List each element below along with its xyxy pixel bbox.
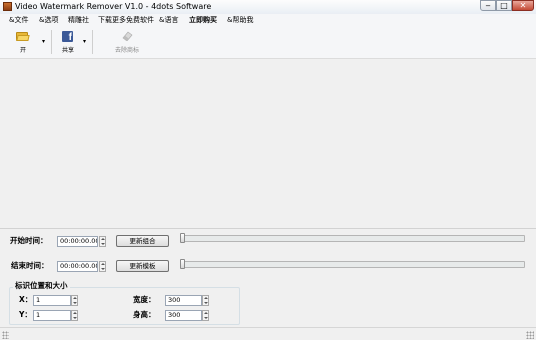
share-dropdown-arrow[interactable]: ▾ bbox=[83, 39, 86, 45]
eraser-icon bbox=[122, 31, 133, 41]
open-dropdown-arrow[interactable]: ▾ bbox=[42, 39, 45, 45]
y-spinner[interactable] bbox=[71, 310, 78, 321]
menu-help[interactable]: &帮助我 bbox=[227, 15, 253, 26]
menu-buy-now[interactable]: 立即购买 bbox=[189, 15, 217, 26]
logo-position-group-title: 标识位置和大小 bbox=[13, 281, 70, 291]
end-time-input[interactable]: 00:00:00.00 bbox=[57, 261, 98, 272]
remove-logo-label: 去除商标 bbox=[114, 47, 139, 54]
toolbar: 开 ▾ f 共享 ▾ 去除商标 bbox=[0, 27, 536, 59]
folder-icon bbox=[16, 31, 30, 41]
status-bar bbox=[0, 327, 536, 340]
minimize-button[interactable]: ‒ bbox=[480, 0, 496, 11]
close-button[interactable]: ✕ bbox=[512, 0, 534, 11]
height-label: 身高： bbox=[133, 310, 156, 319]
app-icon bbox=[3, 2, 12, 11]
height-input[interactable]: 300 bbox=[165, 310, 202, 321]
start-time-slider-track[interactable] bbox=[180, 235, 525, 242]
width-spinner[interactable] bbox=[202, 295, 209, 306]
start-time-slider-thumb[interactable] bbox=[180, 233, 185, 243]
height-spinner[interactable] bbox=[202, 310, 209, 321]
start-time-label: 开始时间： bbox=[10, 236, 48, 245]
start-time-update-button[interactable]: 更新组合 bbox=[116, 235, 169, 247]
maximize-button[interactable]: □ bbox=[496, 0, 512, 11]
end-time-slider-track[interactable] bbox=[180, 261, 525, 268]
toolbar-separator bbox=[51, 30, 52, 54]
menu-download-more[interactable]: 下载更多免费软件 bbox=[98, 15, 154, 26]
y-label: Y： bbox=[19, 310, 32, 319]
title-bar: Video Watermark Remover V1.0 - 4dots Sof… bbox=[0, 0, 536, 15]
window-title: Video Watermark Remover V1.0 - 4dots Sof… bbox=[15, 2, 212, 11]
open-button[interactable]: 开 bbox=[10, 29, 36, 56]
start-time-input[interactable]: 00:00:00.00 bbox=[57, 236, 98, 247]
x-spinner[interactable] bbox=[71, 295, 78, 306]
menu-language[interactable]: &语言 bbox=[159, 15, 178, 26]
facebook-icon: f bbox=[62, 31, 73, 42]
remove-logo-button[interactable]: 去除商标 bbox=[110, 29, 144, 56]
share-button-label: 共享 bbox=[61, 47, 74, 54]
status-grip-left bbox=[2, 331, 9, 339]
panel-divider bbox=[0, 228, 536, 229]
menu-file[interactable]: &文件 bbox=[9, 15, 28, 26]
end-time-label: 结束时间： bbox=[11, 261, 49, 270]
video-preview-area bbox=[0, 59, 536, 227]
toolbar-separator bbox=[92, 30, 93, 54]
end-time-update-button[interactable]: 更新模板 bbox=[116, 260, 169, 272]
x-input[interactable]: 1 bbox=[33, 295, 71, 306]
end-time-slider-thumb[interactable] bbox=[180, 259, 185, 269]
y-input[interactable]: 1 bbox=[33, 310, 71, 321]
open-button-label: 开 bbox=[19, 47, 26, 54]
x-label: X： bbox=[19, 295, 33, 304]
width-label: 宽度： bbox=[133, 295, 156, 304]
resize-grip[interactable] bbox=[526, 331, 534, 339]
menu-bar: &文件 &选项 精雕社 下载更多免费软件 &语言 立即购买 &帮助我 bbox=[0, 14, 536, 27]
start-time-spinner[interactable] bbox=[99, 236, 106, 247]
menu-jingdiaoshe[interactable]: 精雕社 bbox=[68, 15, 89, 26]
share-button[interactable]: f 共享 bbox=[56, 29, 80, 56]
width-input[interactable]: 300 bbox=[165, 295, 202, 306]
menu-options[interactable]: &选项 bbox=[39, 15, 58, 26]
end-time-spinner[interactable] bbox=[99, 261, 106, 272]
